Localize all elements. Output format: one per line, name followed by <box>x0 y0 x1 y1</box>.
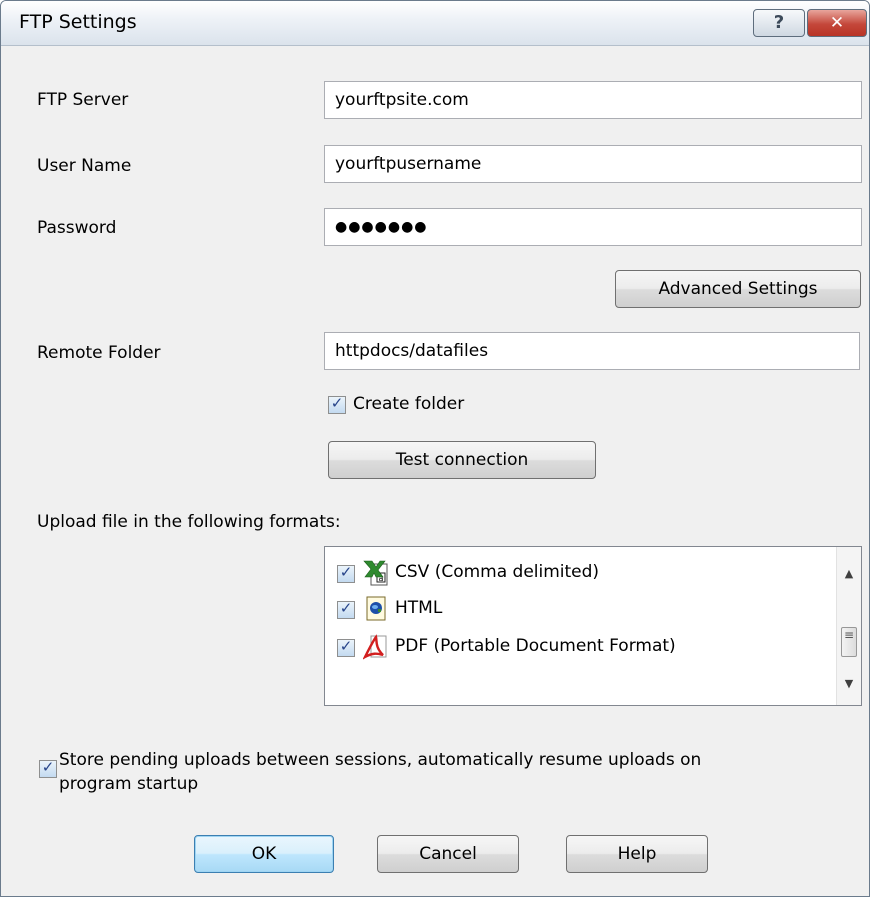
window-title: FTP Settings <box>19 11 137 33</box>
checkmark-icon: ✓ <box>339 563 353 581</box>
user-name-input[interactable]: yourftpusername <box>324 145 862 183</box>
excel-csv-icon: a <box>363 560 388 586</box>
scroll-down-icon[interactable]: ▼ <box>837 677 861 690</box>
html-globe-icon <box>366 596 386 621</box>
create-folder-label: Create folder <box>353 394 465 414</box>
advanced-settings-button[interactable]: Advanced Settings <box>615 270 861 308</box>
checkmark-icon: ✓ <box>339 599 353 617</box>
store-pending-checkbox[interactable]: ✓ <box>39 758 57 778</box>
title-bar: FTP Settings ? ✕ <box>1 1 869 46</box>
scroll-thumb[interactable]: ≡ <box>841 627 857 657</box>
password-label: Password <box>37 218 117 238</box>
formats-listbox[interactable]: ✓ a CSV (Comma delimited) ✓ HTML ✓ PDF (… <box>324 546 862 706</box>
help-button[interactable]: Help <box>566 835 708 873</box>
remote-folder-input[interactable]: httpdocs/datafiles <box>324 332 860 370</box>
test-connection-button[interactable]: Test connection <box>328 441 596 479</box>
checkmark-icon: ✓ <box>339 637 353 655</box>
store-pending-line2: program startup <box>59 774 199 794</box>
close-button[interactable]: ✕ <box>807 9 867 37</box>
ftp-server-label: FTP Server <box>37 90 129 110</box>
password-input[interactable]: ●●●●●●● <box>324 208 862 246</box>
checkmark-icon: ✓ <box>41 758 55 776</box>
scroll-up-icon[interactable]: ▲ <box>837 567 861 580</box>
remote-folder-label: Remote Folder <box>37 343 161 363</box>
ok-button[interactable]: OK <box>194 835 334 873</box>
ftp-settings-dialog: FTP Settings ? ✕ FTP Server yourftpsite.… <box>0 0 870 897</box>
checkmark-icon: ✓ <box>330 394 344 412</box>
create-folder-checkbox[interactable]: ✓ <box>328 394 346 414</box>
ftp-server-input[interactable]: yourftpsite.com <box>324 81 862 119</box>
cancel-button[interactable]: Cancel <box>377 835 519 873</box>
store-pending-line1: Store pending uploads between sessions, … <box>59 750 702 770</box>
html-checkbox[interactable]: ✓ <box>337 599 355 619</box>
csv-label: CSV (Comma delimited) <box>395 562 600 582</box>
html-label: HTML <box>395 598 443 618</box>
user-name-label: User Name <box>37 156 132 176</box>
question-icon: ? <box>773 12 785 33</box>
pdf-icon <box>363 634 387 660</box>
close-icon: ✕ <box>829 13 845 33</box>
title-help-button[interactable]: ? <box>753 9 805 37</box>
formats-scrollbar[interactable]: ▲ ≡ ▼ <box>836 547 861 705</box>
pdf-label: PDF (Portable Document Format) <box>395 636 676 656</box>
csv-checkbox[interactable]: ✓ <box>337 563 355 583</box>
formats-heading: Upload file in the following formats: <box>37 512 341 532</box>
store-pending-label: Store pending uploads between sessions, … <box>59 748 701 796</box>
pdf-checkbox[interactable]: ✓ <box>337 637 355 657</box>
